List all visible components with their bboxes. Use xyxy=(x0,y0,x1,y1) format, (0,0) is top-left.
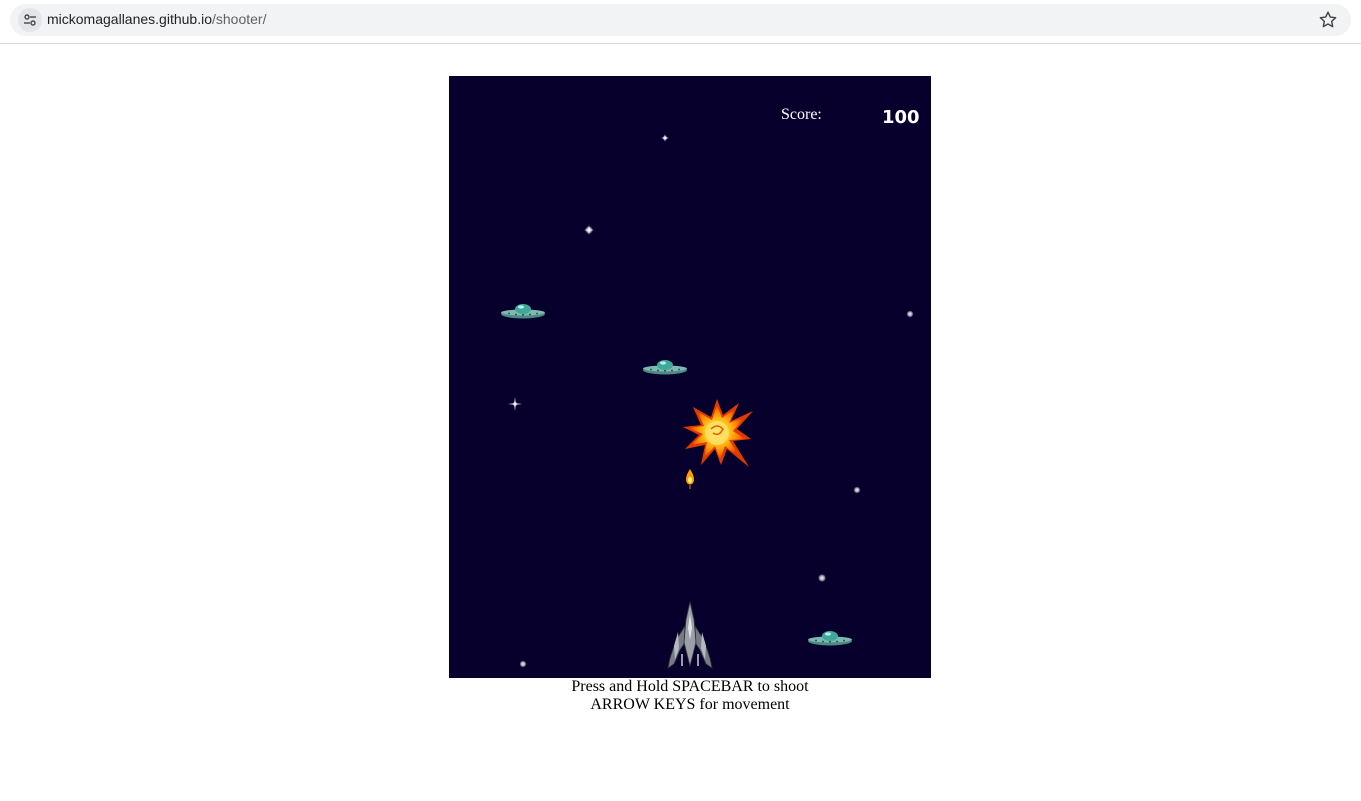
url-path: /shooter/ xyxy=(211,11,267,27)
url-host: mickomagallanes.github.io xyxy=(47,11,212,27)
star-sparkle xyxy=(818,574,826,582)
star-sparkle xyxy=(584,225,594,235)
game-sprites xyxy=(501,134,914,669)
site-info-button[interactable] xyxy=(18,8,42,32)
ufo-enemy xyxy=(808,631,852,646)
star-sparkle xyxy=(906,310,914,318)
fireball-bullet xyxy=(686,469,694,489)
instructions-movement: ARROW KEYS for movement xyxy=(590,696,790,713)
star-sparkle xyxy=(519,660,527,668)
tune-icon xyxy=(24,14,36,26)
star-sparkle xyxy=(508,397,522,411)
browser-toolbar: mickomagallanes.github.io/shooter/ xyxy=(0,0,1361,44)
star-outline-icon[interactable] xyxy=(1317,9,1339,31)
instructions-shoot: Press and Hold SPACEBAR to shoot xyxy=(571,678,809,695)
address-bar[interactable]: mickomagallanes.github.io/shooter/ xyxy=(10,4,1351,36)
explosion xyxy=(683,399,753,467)
score-value: 100 xyxy=(882,107,920,128)
ufo-enemy xyxy=(501,304,545,319)
player-spaceship xyxy=(667,601,713,669)
url-text[interactable]: mickomagallanes.github.io/shooter/ xyxy=(47,11,266,27)
game-canvas[interactable]: Score: 100 xyxy=(449,76,931,678)
score-label: Score: xyxy=(781,106,822,123)
ufo-enemy xyxy=(643,360,687,375)
instructions: Press and Hold SPACEBAR to shoot ARROW K… xyxy=(449,678,931,714)
star-sparkle xyxy=(853,486,861,494)
star-sparkle xyxy=(661,134,669,142)
